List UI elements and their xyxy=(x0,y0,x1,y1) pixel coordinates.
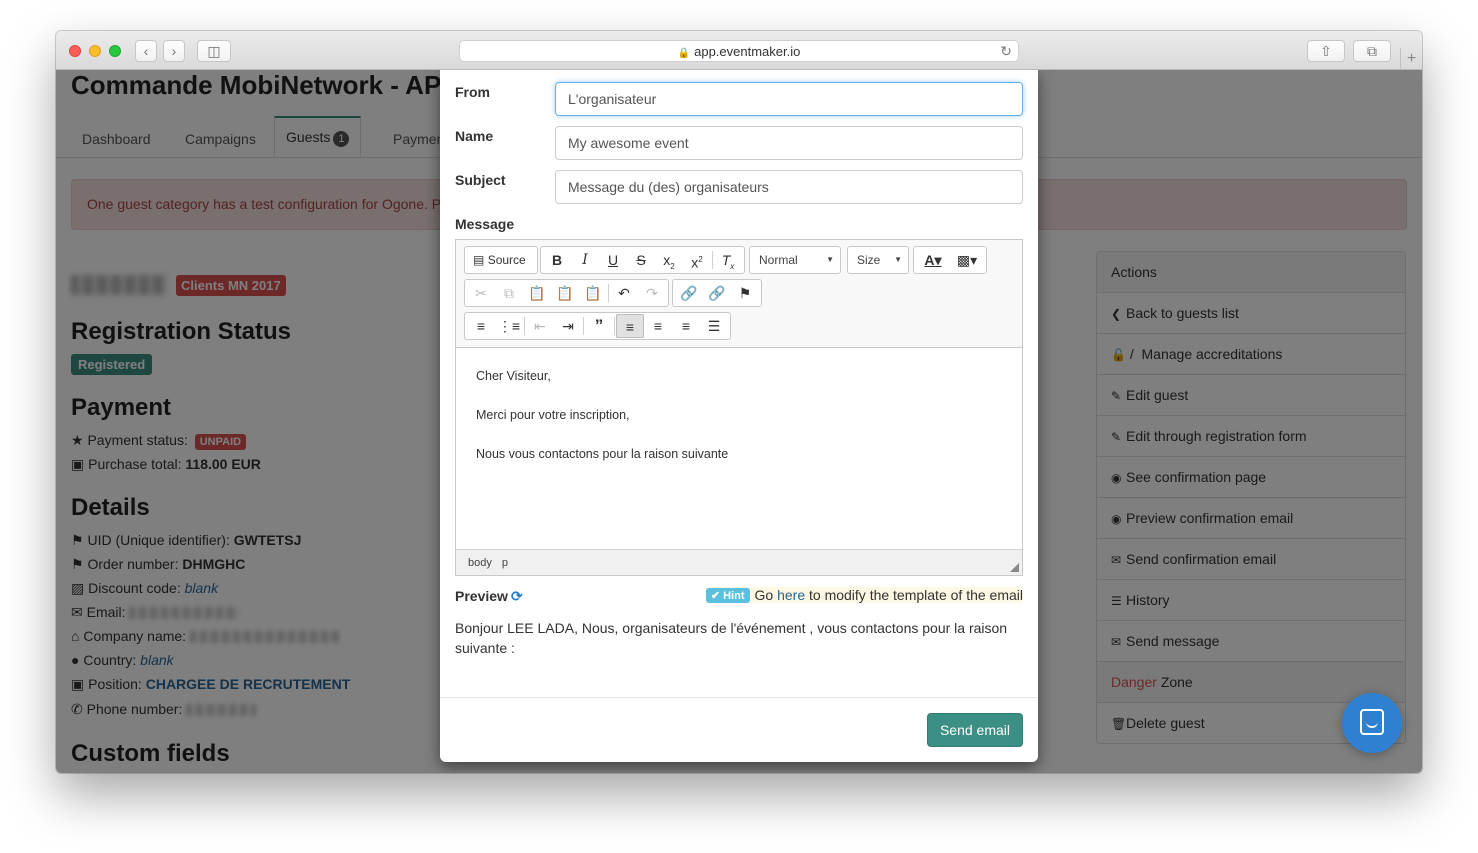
subject-field[interactable]: Message du (des) organisateurs xyxy=(555,170,1023,204)
anchor-flag-icon[interactable]: ⚑ xyxy=(731,281,759,305)
path-item-p[interactable]: p xyxy=(502,557,508,569)
source-group: ▤ Source xyxy=(464,246,538,274)
back-icon[interactable]: ‹ xyxy=(135,40,157,62)
unlink-icon[interactable]: 🔗 xyxy=(703,281,731,305)
body-line: Merci pour votre inscription, xyxy=(476,408,630,422)
numbered-list-icon[interactable]: ≡ xyxy=(467,314,495,338)
minimize-window-button[interactable] xyxy=(89,45,101,57)
address-bar[interactable]: 🔒 app.eventmaker.io ↻ xyxy=(459,40,1019,62)
name-field[interactable]: My awesome event xyxy=(555,126,1023,160)
page-content: Commande MobiNetwork - APE Dashboard Cam… xyxy=(56,70,1422,773)
name-label: Name xyxy=(455,128,494,144)
title-bar: ‹ › ◫ 🔒 app.eventmaker.io ↻ ⇧ ⧉ + xyxy=(56,31,1422,70)
hint-badge: ✔ Hint xyxy=(705,588,750,603)
message-label: Message xyxy=(455,216,515,232)
chevron-down-icon: ▼ xyxy=(826,255,834,264)
source-label: Source xyxy=(487,253,526,267)
toolbar-separator xyxy=(524,317,525,335)
chevron-down-icon: ▼ xyxy=(894,255,902,264)
link-icon[interactable]: 🔗 xyxy=(675,281,703,305)
resize-handle-icon[interactable] xyxy=(1010,563,1019,572)
undo-icon[interactable]: ↶ xyxy=(610,281,638,305)
toolbar-separator xyxy=(608,284,609,302)
paste-from-word-icon[interactable]: 📋 xyxy=(579,281,607,305)
blockquote-icon[interactable]: ” xyxy=(585,314,613,338)
editor-content[interactable]: Cher Visiteur, Merci pour votre inscript… xyxy=(456,348,1022,549)
size-dropdown[interactable]: Size ▼ xyxy=(847,246,909,274)
justify-icon[interactable]: ☰ xyxy=(700,314,728,338)
decrease-indent-icon[interactable]: ⇤ xyxy=(526,314,554,338)
link-group: 🔗 🔗 ⚑ xyxy=(672,279,762,307)
format-dropdown[interactable]: Normal ▼ xyxy=(749,246,841,274)
cut-icon[interactable]: ✂ xyxy=(467,281,495,305)
body-line: Cher Visiteur, xyxy=(476,369,551,383)
path-item-body[interactable]: body xyxy=(468,557,492,569)
reload-icon[interactable]: ↻ xyxy=(1000,41,1012,62)
background-color-icon[interactable]: ▩▾ xyxy=(950,248,984,272)
subscript-icon[interactable]: x2 xyxy=(655,248,683,272)
modal-footer-divider xyxy=(440,697,1038,698)
toolbar-separator xyxy=(712,251,713,269)
from-label: From xyxy=(455,84,490,100)
source-button[interactable]: ▤ Source xyxy=(467,248,535,272)
format-dropdown-value: Normal xyxy=(759,253,798,267)
preview-label: Preview xyxy=(455,588,508,604)
sidebar-toggle-icon[interactable]: ◫ xyxy=(197,40,231,62)
preview-heading: Preview ⟳ xyxy=(455,588,523,605)
body-line: Nous vous contactons pour la raison suiv… xyxy=(476,447,729,461)
tabs-overview-icon[interactable]: ⧉ xyxy=(1353,40,1391,62)
url-text: app.eventmaker.io xyxy=(694,44,801,59)
source-icon: ▤ xyxy=(473,253,485,267)
send-email-button[interactable]: Send email xyxy=(927,713,1023,747)
align-center-icon[interactable]: ≡ xyxy=(644,314,672,338)
text-style-group: B I U S x2 x2 Tx xyxy=(540,246,745,274)
text-color-icon[interactable]: A▾ xyxy=(916,248,950,272)
bulleted-list-icon[interactable]: ⋮≡ xyxy=(495,314,523,338)
color-group: A▾ ▩▾ xyxy=(913,246,987,274)
underline-icon[interactable]: U xyxy=(599,248,627,272)
hint-badge-text: Hint xyxy=(723,590,745,602)
strikethrough-icon[interactable]: S xyxy=(627,248,655,272)
from-field[interactable]: L'organisateur xyxy=(555,82,1023,116)
clipboard-group: ✂ ⧉ 📋 📋 📋 ↶ ↷ xyxy=(464,279,669,307)
align-left-icon[interactable]: ≡ xyxy=(616,314,644,338)
new-tab-icon[interactable]: + xyxy=(1400,48,1422,70)
browser-window: ‹ › ◫ 🔒app.eventmaker.io ↻ ⇧ ⧉ + Command… xyxy=(56,31,1422,773)
size-dropdown-value: Size xyxy=(857,253,881,267)
copy-icon[interactable]: ⧉ xyxy=(495,281,523,305)
hint-suffix: to modify the template of the email xyxy=(809,587,1023,603)
list-group: ≡ ⋮≡ ⇤ ⇥ ” ≡ ≡ ≡ ☰ xyxy=(464,312,731,340)
hint-line: ✔ Hint Go here to modify the template of … xyxy=(705,587,1023,603)
increase-indent-icon[interactable]: ⇥ xyxy=(554,314,582,338)
preview-text: Bonjour LEE LADA, Nous, organisateurs de… xyxy=(455,620,1008,656)
subject-label: Subject xyxy=(455,172,506,188)
superscript-icon[interactable]: x2 xyxy=(683,248,711,272)
align-right-icon[interactable]: ≡ xyxy=(672,314,700,338)
bold-icon[interactable]: B xyxy=(543,248,571,272)
italic-icon[interactable]: I xyxy=(571,248,599,272)
forward-icon[interactable]: › xyxy=(163,40,185,62)
rich-text-editor: ▤ Source B I U S x2 x2 Tx Normal ▼ Size ▼ xyxy=(455,239,1023,576)
editor-toolbar: ▤ Source B I U S x2 x2 Tx Normal ▼ Size ▼ xyxy=(456,240,1022,348)
paste-icon[interactable]: 📋 xyxy=(523,281,551,305)
toolbar-separator xyxy=(583,317,584,335)
chat-launcher-button[interactable] xyxy=(1342,693,1402,753)
paste-text-icon[interactable]: 📋 xyxy=(551,281,579,305)
toolbar-separator xyxy=(614,317,615,335)
close-window-button[interactable] xyxy=(69,45,81,57)
remove-format-icon[interactable]: Tx xyxy=(714,248,742,272)
send-message-modal: From L'organisateur Name My awesome even… xyxy=(440,70,1038,762)
template-link[interactable]: here xyxy=(777,587,805,603)
hint-prefix: Go xyxy=(754,587,774,603)
check-icon: ✔ xyxy=(710,590,721,602)
lock-icon: 🔒 xyxy=(677,48,691,59)
chat-icon xyxy=(1360,709,1384,735)
refresh-icon[interactable]: ⟳ xyxy=(511,588,523,604)
share-icon[interactable]: ⇧ xyxy=(1307,40,1345,62)
redo-icon[interactable]: ↷ xyxy=(638,281,666,305)
element-path-bar: body p xyxy=(456,549,1022,575)
zoom-window-button[interactable] xyxy=(109,45,121,57)
